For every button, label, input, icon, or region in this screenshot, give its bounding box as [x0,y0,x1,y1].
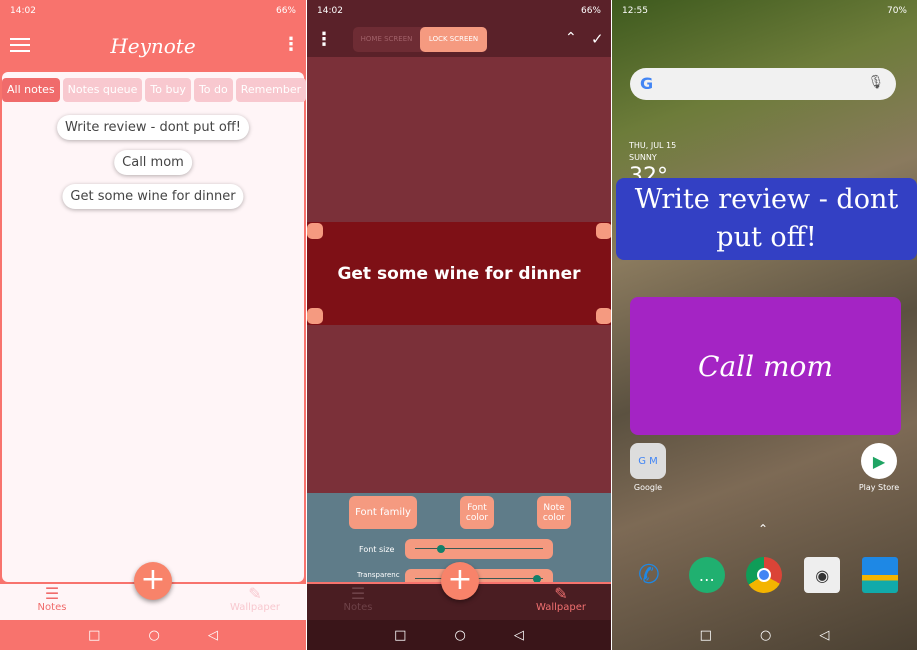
chevron-up-icon[interactable]: ⌃ [565,30,577,46]
dock-chrome[interactable] [739,557,789,597]
pencil-icon: ✎ [554,584,568,603]
battery-level: 70% [886,6,907,16]
app-label: Google [633,483,663,492]
back-icon[interactable]: ◁ [819,628,829,643]
status-bar: 12:55 70% [612,0,917,24]
more-options-icon[interactable]: ⋮ [315,31,333,49]
note-chip[interactable]: Call mom [114,150,192,175]
wallpapers-icon [862,557,899,593]
chrome-icon [746,557,783,593]
check-icon[interactable]: ✓ [591,30,604,48]
battery-level: 66% [580,6,601,16]
nav-notes-label: Notes [37,602,67,613]
back-icon[interactable]: ◁ [514,628,524,643]
google-logo: G [640,74,654,93]
recents-icon[interactable]: □ [700,628,712,643]
system-nav: □ ○ ◁ [0,620,306,650]
status-bar: 14:02 66% [0,0,306,24]
home-icon[interactable]: ○ [760,628,771,643]
transparency-label: Transparenc [357,571,400,579]
home-screen: 12:55 70% G 🎙 THU, JUL 15 SUNNY 32° Write… [612,0,917,650]
notes-icon: ☰ [44,584,60,603]
camera-icon: ◉ [804,557,841,593]
tab-notes-queue[interactable]: Notes queue [62,78,143,102]
system-nav: □ ○ ◁ [612,620,917,650]
nav-wallpaper[interactable]: ✎ Wallpaper [225,584,285,614]
slider-knob[interactable] [436,545,445,553]
notes-card: All notes Notes queue To buy To do Remem… [2,72,306,582]
screen-toggle: HOME SCREEN LOCK SCREEN [353,27,487,52]
lock-screen-option[interactable]: LOCK SCREEN [420,27,487,52]
app-title: Heynote [110,34,196,58]
app-play-store[interactable]: ▶ Play Store [854,443,904,492]
app-label: Play Store [858,483,900,492]
messages-icon: … [688,557,725,593]
recents-icon[interactable]: □ [88,628,100,643]
add-note-button[interactable]: + [441,562,479,600]
heynote-notes-screen: 14:02 66% Heynote ⋮ All notes Notes queue… [0,0,306,650]
resize-handle[interactable] [596,223,611,239]
nav-wallpaper[interactable]: ✎ Wallpaper [531,584,591,614]
note-chip[interactable]: Get some wine for dinner [62,184,244,209]
font-size-label: Font size [359,545,395,554]
tab-all-notes[interactable]: All notes [2,78,60,102]
home-icon[interactable]: ○ [148,628,159,643]
battery-level: 66% [275,6,296,16]
widget-note[interactable]: Call mom [630,297,901,435]
tab-to-buy[interactable]: To buy [145,78,191,102]
phone-icon: ✆ [637,560,660,590]
system-nav: □ ○ ◁ [307,620,611,650]
widget-note[interactable]: Write review - dont put off! [616,178,917,260]
tab-to-do[interactable]: To do [193,78,233,102]
resize-handle[interactable] [596,308,611,324]
status-time: 14:02 [10,6,36,16]
home-screen-option[interactable]: HOME SCREEN [353,27,420,52]
add-note-button[interactable]: + [134,562,172,600]
font-size-slider[interactable] [405,539,553,559]
font-color-button[interactable]: Font color [460,496,494,529]
wallpaper-editor-screen: 14:02 66% ⋮ HOME SCREEN LOCK SCREEN ⌃ ✓ G… [307,0,611,650]
note-chip[interactable]: Write review - dont put off! [57,115,249,140]
app-drawer-arrow-icon[interactable]: ⌃ [758,522,768,536]
app-google-folder[interactable]: G M Google [623,443,673,492]
dock: ✆ … ◉ [612,557,917,597]
dock-camera[interactable]: ◉ [797,557,847,597]
microphone-icon[interactable]: 🎙 [867,75,884,90]
category-tabs: All notes Notes queue To buy To do Remem… [2,78,306,102]
font-family-button[interactable]: Font family [349,496,417,529]
nav-notes[interactable]: ☰ Notes [22,584,82,614]
resize-handle[interactable] [307,223,323,239]
resize-handle[interactable] [307,308,323,324]
dock-phone[interactable]: ✆ [624,557,674,597]
more-options-icon[interactable]: ⋮ [282,36,300,54]
home-icon[interactable]: ○ [454,628,465,643]
nav-notes-label: Notes [343,602,373,613]
dock-messages[interactable]: … [682,557,732,597]
pencil-icon: ✎ [248,584,262,603]
nav-wallpaper-label: Wallpaper [535,602,587,613]
note-preview[interactable]: Get some wine for dinner [307,222,611,325]
notes-icon: ☰ [350,584,366,603]
status-bar: 14:02 66% [307,0,611,24]
weather-text: SUNNY [629,153,657,162]
google-search-bar[interactable]: G 🎙 [630,68,896,100]
note-color-button[interactable]: Note color [537,496,571,529]
status-time: 14:02 [317,6,343,16]
recents-icon[interactable]: □ [394,628,406,643]
status-time: 12:55 [622,6,648,16]
tab-remember[interactable]: Remember [235,78,306,102]
google-apps-icon: G M [630,443,666,479]
date-text: THU, JUL 15 [629,141,677,150]
play-store-icon: ▶ [861,443,897,479]
dock-wallpapers[interactable] [855,557,905,597]
back-icon[interactable]: ◁ [208,628,218,643]
nav-wallpaper-label: Wallpaper [229,602,281,613]
nav-notes[interactable]: ☰ Notes [328,584,388,614]
